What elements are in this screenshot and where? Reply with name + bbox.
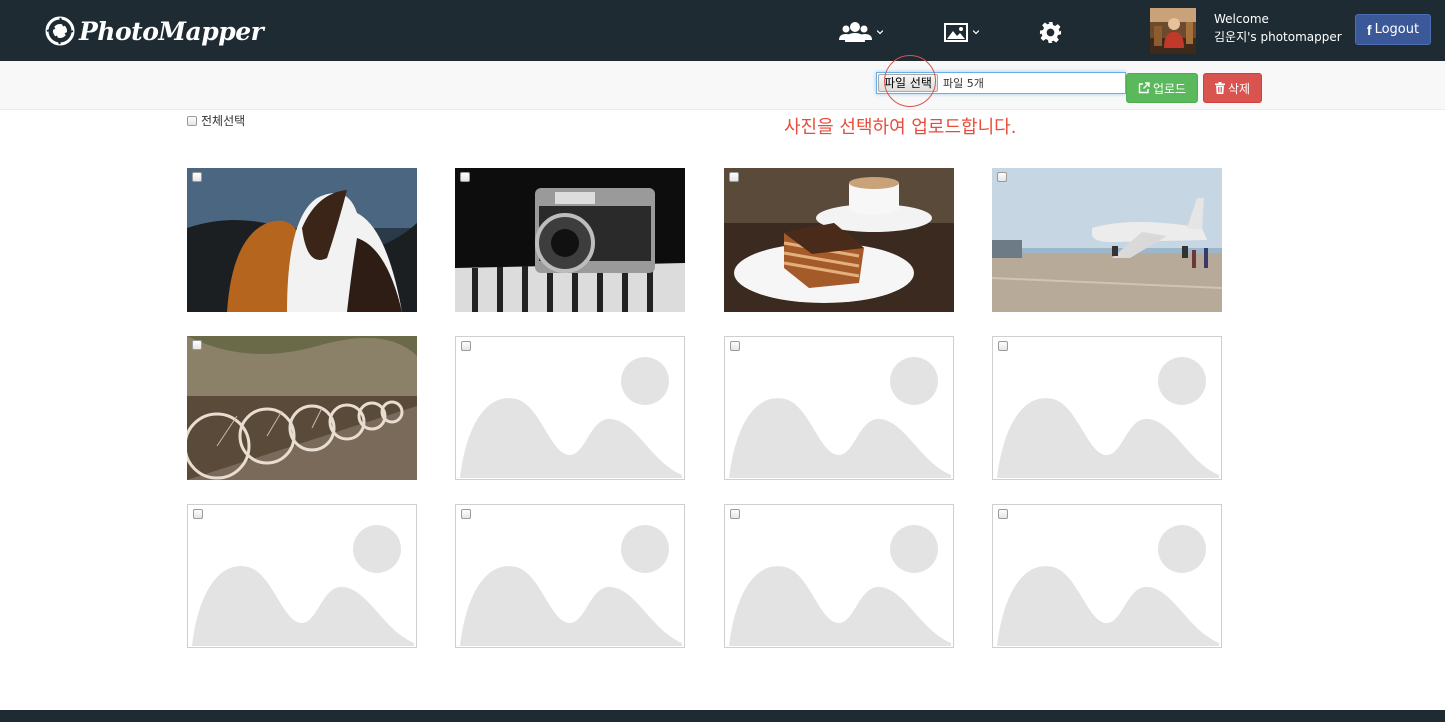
tile-checkbox[interactable] [192,172,202,182]
image-placeholder-icon [729,525,951,646]
tile-checkbox[interactable] [193,509,203,519]
select-all-checkbox[interactable]: 전체선택 [187,112,245,129]
facebook-icon: f [1366,21,1372,38]
image-icon [944,23,968,42]
photo-placeholder-tile[interactable] [187,504,417,648]
photo-placeholder-tile[interactable] [992,504,1222,648]
delete-button[interactable]: 삭제 [1203,73,1262,103]
logout-label: Logout [1374,22,1420,37]
tile-checkbox[interactable] [730,509,740,519]
photos-menu[interactable] [944,18,979,46]
tile-checkbox[interactable] [998,509,1008,519]
upload-label: 업로드 [1152,81,1187,96]
upload-button[interactable]: 업로드 [1126,73,1198,103]
brand-logo[interactable]: PhotoMapper [45,13,264,49]
chevron-down-icon [877,30,883,35]
image-placeholder-icon [997,357,1219,478]
friends-menu[interactable] [839,18,883,46]
photo-placeholder-tile[interactable] [724,504,954,648]
photo-placeholder-tile[interactable] [992,336,1222,480]
checkbox[interactable] [187,115,197,126]
tile-checkbox[interactable] [461,509,471,519]
chevron-down-icon [973,30,979,35]
photo-thumbnail [455,168,685,312]
avatar[interactable] [1150,8,1196,54]
photo-thumbnail [992,168,1222,312]
photo-placeholder-tile[interactable] [724,336,954,480]
photo-placeholder-tile[interactable] [455,504,685,648]
photo-tile-bicycles[interactable] [187,336,417,480]
image-placeholder-icon [460,357,682,478]
footer-bar [0,710,1445,722]
brand-name: PhotoMapper [79,16,264,46]
tile-checkbox[interactable] [998,341,1008,351]
photo-thumbnail [187,336,417,480]
username-text: 김운지's photomapper [1214,30,1342,44]
photo-placeholder-tile[interactable] [455,336,685,480]
top-navbar: PhotoMapper Welcome 김운지's photomapper f … [0,0,1445,61]
gear-icon [1039,21,1062,43]
welcome-block: Welcome 김운지's photomapper [1214,10,1342,46]
tile-checkbox[interactable] [729,172,739,182]
image-placeholder-icon [997,525,1219,646]
photo-tile-camera[interactable] [455,168,685,312]
trash-icon [1214,82,1225,94]
photo-tile-cake[interactable] [724,168,954,312]
photo-thumbnail [187,168,417,312]
file-input[interactable]: 파일 선택 파일 5개 [876,72,1126,94]
photo-tile-airplane[interactable] [992,168,1222,312]
image-placeholder-icon [729,357,951,478]
avatar-image [1150,8,1196,54]
photo-tile-horses[interactable] [187,168,417,312]
users-icon [839,22,872,42]
upload-hint-message: 사진을 선택하여 업로드합니다. [784,117,1017,138]
tile-checkbox[interactable] [192,340,202,350]
file-count-text: 파일 5개 [942,77,984,90]
select-all-label: 전체선택 [201,114,246,128]
settings-button[interactable] [1039,18,1062,46]
choose-file-button[interactable]: 파일 선택 [878,74,938,92]
tile-checkbox[interactable] [730,341,740,351]
aperture-icon [45,16,75,46]
external-link-icon [1138,82,1150,94]
tile-checkbox[interactable] [460,172,470,182]
image-placeholder-icon [460,525,682,646]
photo-thumbnail [724,168,954,312]
delete-label: 삭제 [1227,81,1251,96]
tile-checkbox[interactable] [461,341,471,351]
tile-checkbox[interactable] [997,172,1007,182]
logout-button[interactable]: f Logout [1355,14,1431,45]
welcome-text: Welcome [1214,12,1269,26]
image-placeholder-icon [192,525,414,646]
